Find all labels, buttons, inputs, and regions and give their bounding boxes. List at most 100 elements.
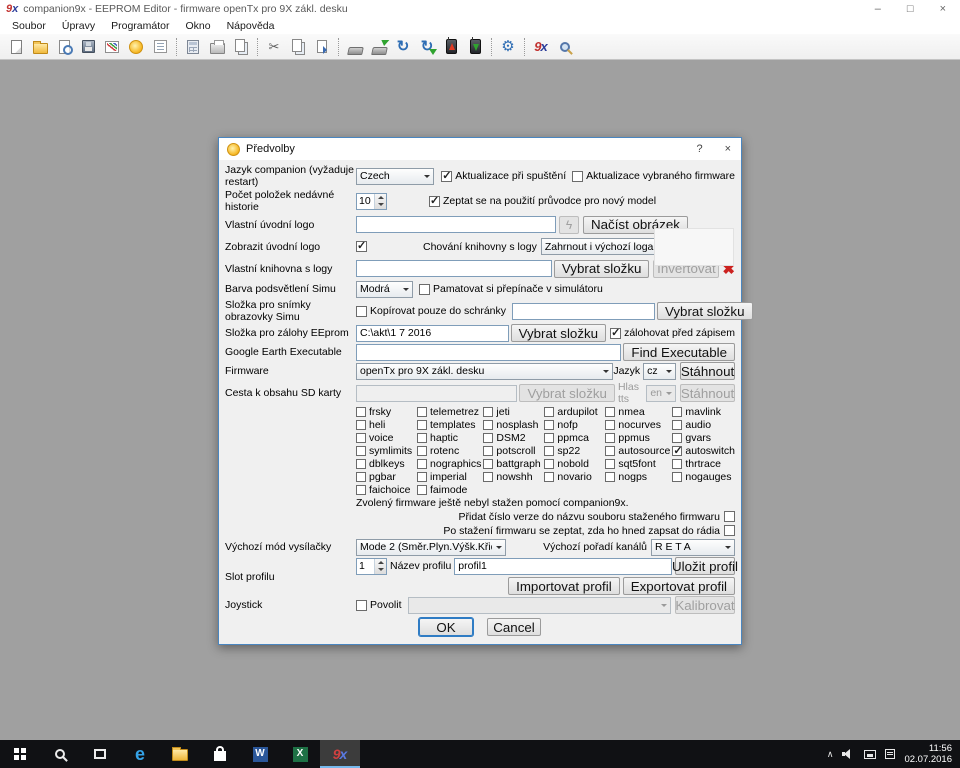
export-profile-button[interactable]: Exportovat profil (623, 577, 735, 595)
word-icon[interactable]: W (240, 740, 280, 768)
update-firmware-checkbox[interactable] (572, 171, 583, 182)
firmware-select[interactable]: openTx pro 9X zákl. desku (356, 363, 613, 380)
compare-icon[interactable] (229, 36, 253, 58)
edge-icon[interactable]: e (120, 740, 160, 768)
browse-screenshots-button[interactable]: Vybrat složku (657, 302, 753, 320)
version-in-name-checkbox[interactable] (724, 511, 735, 522)
paste-icon[interactable] (310, 36, 334, 58)
nmea-checkbox[interactable] (605, 407, 615, 417)
read-eeprom-file-icon[interactable]: ↻ (391, 36, 415, 58)
tray-chevron-icon[interactable]: ∧ (827, 749, 834, 760)
ok-button[interactable]: OK (419, 618, 473, 636)
screenshots-path-input[interactable] (512, 303, 655, 320)
print-icon[interactable] (205, 36, 229, 58)
companion9x-logo-icon[interactable]: 9x (529, 36, 553, 58)
stepper-arrows-icon[interactable] (374, 559, 386, 574)
autosource-checkbox[interactable] (605, 446, 615, 456)
pgbar-checkbox[interactable] (356, 472, 366, 482)
volume-icon[interactable] (842, 749, 855, 759)
screenshot-icon[interactable] (553, 36, 577, 58)
show-splash-checkbox[interactable] (356, 241, 367, 252)
channel-order-select[interactable]: R E T A (651, 539, 735, 556)
save-profile-button[interactable]: Uložit profil (675, 557, 735, 575)
faichoice-checkbox[interactable] (356, 485, 366, 495)
language-select[interactable]: Czech (356, 168, 434, 185)
thrtrace-checkbox[interactable] (672, 459, 682, 469)
minimize-button[interactable]: – (875, 3, 881, 15)
profile-name-input[interactable] (454, 558, 672, 575)
simulate-icon[interactable] (124, 36, 148, 58)
clipboard-only-checkbox[interactable] (356, 306, 367, 317)
google-earth-input[interactable] (356, 344, 621, 361)
dialog-close-button[interactable]: × (725, 143, 731, 155)
DSM2-checkbox[interactable] (483, 433, 493, 443)
configure-icon[interactable]: ⚙ (496, 36, 520, 58)
write-eeprom-icon[interactable] (367, 36, 391, 58)
menu-upravy[interactable]: Úpravy (54, 20, 103, 32)
companion9x-taskbar-icon[interactable]: 9x (320, 740, 360, 768)
browse-backup-button[interactable]: Vybrat složku (511, 324, 607, 342)
preview-icon[interactable] (52, 36, 76, 58)
stepper-arrows-icon[interactable] (374, 194, 386, 209)
cut-icon[interactable]: ✂ (262, 36, 286, 58)
menu-soubor[interactable]: Soubor (4, 20, 54, 32)
taskbar-clock[interactable]: 11:56 02.07.2016 (904, 743, 952, 765)
wizard-checkbox[interactable] (429, 196, 440, 207)
nocurves-checkbox[interactable] (605, 420, 615, 430)
import-profile-button[interactable]: Importovat profil (508, 577, 620, 595)
ardupilot-checkbox[interactable] (544, 407, 554, 417)
heli-checkbox[interactable] (356, 420, 366, 430)
symlimits-checkbox[interactable] (356, 446, 366, 456)
new-file-icon[interactable] (4, 36, 28, 58)
find-executable-button[interactable]: Find Executable (623, 343, 735, 361)
task-view-button[interactable] (80, 740, 120, 768)
menu-okno[interactable]: Okno (177, 20, 218, 32)
backup-before-write-checkbox[interactable] (610, 328, 621, 339)
update-on-start-checkbox[interactable] (441, 171, 452, 182)
rotenc-checkbox[interactable] (417, 446, 427, 456)
splash-library-input[interactable] (356, 260, 552, 277)
write-radio-icon[interactable] (463, 36, 487, 58)
cancel-button[interactable]: Cancel (487, 618, 541, 636)
novario-checkbox[interactable] (544, 472, 554, 482)
battgraph-checkbox[interactable] (483, 459, 493, 469)
logo-editor-icon[interactable] (100, 36, 124, 58)
menu-programator[interactable]: Programátor (103, 20, 177, 32)
sp22-checkbox[interactable] (544, 446, 554, 456)
flash-after-download-checkbox[interactable] (724, 525, 735, 536)
calculator-icon[interactable] (181, 36, 205, 58)
excel-icon[interactable]: X (280, 740, 320, 768)
gvars-checkbox[interactable] (672, 433, 682, 443)
browse-sdcard-button[interactable]: Vybrat složku (519, 384, 615, 402)
ppmus-checkbox[interactable] (605, 433, 615, 443)
nowshh-checkbox[interactable] (483, 472, 493, 482)
search-button[interactable] (40, 740, 80, 768)
copy-icon[interactable] (286, 36, 310, 58)
remember-switches-checkbox[interactable] (419, 284, 430, 295)
faimode-checkbox[interactable] (417, 485, 427, 495)
write-eeprom-file-icon[interactable]: ↻ (415, 36, 439, 58)
voice-tts-select[interactable]: en (646, 385, 676, 402)
mavlink-checkbox[interactable] (672, 407, 682, 417)
joystick-select[interactable] (408, 597, 671, 614)
nobold-checkbox[interactable] (544, 459, 554, 469)
calibrate-button[interactable]: Kalibrovat (675, 596, 735, 614)
sdcard-path-input[interactable] (356, 385, 517, 402)
file-explorer-icon[interactable] (160, 740, 200, 768)
network-icon[interactable] (864, 750, 876, 759)
maximize-button[interactable]: □ (907, 3, 914, 15)
history-count-stepper[interactable]: 10 (356, 193, 387, 210)
nofp-checkbox[interactable] (544, 420, 554, 430)
nographics-checkbox[interactable] (417, 459, 427, 469)
menu-napoveda[interactable]: Nápověda (219, 20, 283, 32)
read-radio-icon[interactable] (439, 36, 463, 58)
jeti-checkbox[interactable] (483, 407, 493, 417)
dblkeys-checkbox[interactable] (356, 459, 366, 469)
telemetrez-checkbox[interactable] (417, 407, 427, 417)
imperial-checkbox[interactable] (417, 472, 427, 482)
ppmca-checkbox[interactable] (544, 433, 554, 443)
stick-mode-select[interactable]: Mode 2 (Směr.Plyn.Výšk.Křid) (356, 539, 506, 556)
action-center-icon[interactable] (885, 749, 895, 759)
frsky-checkbox[interactable] (356, 407, 366, 417)
backlight-color-select[interactable]: Modrá (356, 281, 413, 298)
